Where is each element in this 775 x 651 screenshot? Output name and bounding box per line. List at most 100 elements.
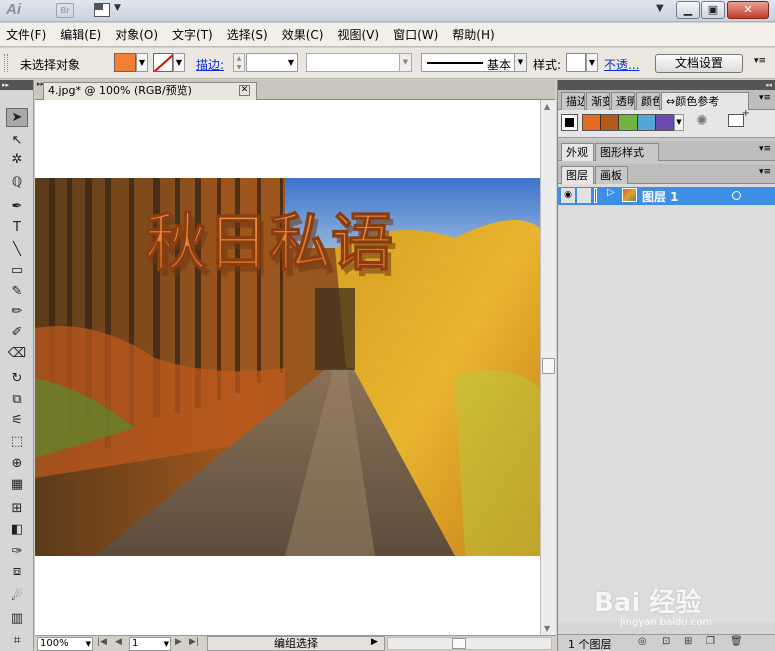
graphic-style-swatch[interactable] bbox=[566, 53, 586, 72]
blend-tool-icon[interactable]: ⧈ bbox=[6, 562, 28, 581]
maximize-button[interactable]: ▣ bbox=[701, 1, 725, 19]
visibility-eye-icon[interactable]: ◉ bbox=[561, 188, 575, 203]
last-artboard-icon[interactable]: ▶| bbox=[189, 637, 199, 647]
tab-color[interactable]: 颜色 bbox=[636, 92, 660, 110]
layer-target-icon[interactable] bbox=[732, 191, 741, 200]
save-color-group-icon[interactable] bbox=[728, 108, 750, 127]
tab-transparency[interactable]: 透明 bbox=[611, 92, 635, 110]
symbol-sprayer-tool-icon[interactable]: ☄ bbox=[6, 587, 28, 606]
lock-toggle[interactable] bbox=[577, 188, 591, 203]
eyedropper-tool-icon[interactable]: ✑ bbox=[6, 542, 28, 561]
lasso-tool-icon[interactable]: ℚ bbox=[6, 173, 28, 192]
menu-edit[interactable]: 编辑(E) bbox=[60, 26, 101, 43]
harmony-swatch[interactable] bbox=[637, 115, 656, 130]
panel-dock-grip[interactable]: ◂◂ bbox=[558, 80, 775, 90]
base-color-swatch[interactable] bbox=[561, 114, 578, 131]
horizontal-scrollbar[interactable] bbox=[387, 637, 552, 650]
make-clipping-mask-icon[interactable]: ⊡ bbox=[662, 636, 670, 647]
opacity-panel-link[interactable]: 不透... bbox=[604, 56, 639, 73]
artboard-number-select[interactable]: 1 bbox=[129, 637, 171, 651]
fill-dropdown-icon[interactable]: ▼ bbox=[136, 53, 148, 72]
stroke-dropdown-icon[interactable]: ▼ bbox=[173, 53, 185, 72]
selection-tool-icon[interactable]: ➤ bbox=[6, 108, 28, 127]
tab-layers[interactable]: 图层 bbox=[561, 166, 594, 184]
scale-tool-icon[interactable]: ⧉ bbox=[6, 390, 28, 409]
harmony-colors-strip[interactable] bbox=[582, 114, 674, 131]
appearance-panel-menu-icon[interactable]: ▾≡ bbox=[759, 144, 771, 154]
close-button[interactable]: ✕ bbox=[727, 1, 769, 19]
variable-width-profile-select[interactable] bbox=[306, 53, 412, 72]
artboard-tool-icon[interactable]: ⌗ bbox=[6, 631, 28, 650]
new-sublayer-icon[interactable]: ⊞ bbox=[684, 636, 692, 647]
pencil-tool-icon[interactable]: ✏ bbox=[6, 302, 28, 321]
document-tab[interactable]: 4.jpg* @ 100% (RGB/预览) ✕ bbox=[43, 82, 257, 100]
arrange-documents-icon[interactable] bbox=[94, 3, 110, 17]
layer-name[interactable]: 图层 1 bbox=[642, 188, 679, 205]
harmony-swatch[interactable] bbox=[583, 115, 602, 130]
status-menu-icon[interactable]: ▶ bbox=[371, 637, 378, 647]
warp-tool-icon[interactable]: ⚟ bbox=[6, 411, 28, 430]
stroke-weight-stepper[interactable]: ▲ ▼ bbox=[233, 53, 245, 72]
locate-object-icon[interactable]: ◎ bbox=[638, 636, 647, 647]
vertical-scrollbar[interactable]: ▲ ▼ bbox=[540, 100, 556, 635]
workspace-switcher-icon[interactable]: ▼ bbox=[656, 3, 664, 14]
tab-appearance[interactable]: 外观 bbox=[561, 143, 594, 161]
document-close-icon[interactable]: ✕ bbox=[239, 85, 250, 96]
magic-wand-tool-icon[interactable]: ✲ bbox=[6, 150, 28, 169]
zoom-select[interactable]: 100% bbox=[37, 637, 93, 651]
edit-colors-icon[interactable]: ✺ bbox=[696, 113, 708, 129]
menu-window[interactable]: 窗口(W) bbox=[393, 26, 438, 43]
rotate-tool-icon[interactable]: ↻ bbox=[6, 369, 28, 388]
vertical-scroll-thumb[interactable] bbox=[542, 358, 555, 374]
document-setup-button[interactable]: 文档设置 bbox=[655, 54, 743, 73]
layer-selection-column[interactable] bbox=[752, 188, 774, 203]
artboard-canvas[interactable]: 秋日私语 秋日私语 bbox=[35, 100, 540, 635]
horizontal-scroll-thumb[interactable] bbox=[452, 638, 466, 649]
stroke-weight-select[interactable]: ▼ bbox=[246, 53, 298, 72]
layers-panel-menu-icon[interactable]: ▾≡ bbox=[759, 167, 771, 177]
menu-file[interactable]: 文件(F) bbox=[6, 26, 46, 43]
perspective-grid-tool-icon[interactable]: ▦ bbox=[6, 475, 28, 494]
line-tool-icon[interactable]: ╲ bbox=[6, 240, 28, 259]
menu-help[interactable]: 帮助(H) bbox=[452, 26, 494, 43]
scroll-down-icon[interactable]: ▼ bbox=[544, 624, 550, 633]
tools-panel-header[interactable]: ▸▸ bbox=[0, 80, 33, 90]
tab-gradient[interactable]: 渐变 bbox=[586, 92, 610, 110]
menu-type[interactable]: 文字(T) bbox=[172, 26, 213, 43]
tab-artboards[interactable]: 画板 bbox=[595, 166, 628, 184]
current-tool-status[interactable]: 编组选择 bbox=[207, 636, 385, 651]
first-artboard-icon[interactable]: |◀ bbox=[97, 637, 107, 647]
menu-object[interactable]: 对象(O) bbox=[115, 26, 158, 43]
blob-brush-tool-icon[interactable]: ✐ bbox=[6, 323, 28, 342]
artwork-title-text[interactable]: 秋日私语 bbox=[144, 205, 393, 279]
graphic-style-dropdown-icon[interactable]: ▼ bbox=[586, 53, 598, 72]
menu-select[interactable]: 选择(S) bbox=[227, 26, 268, 43]
direct-selection-tool-icon[interactable]: ↖ bbox=[6, 131, 28, 150]
stroke-panel-link[interactable]: 描边: bbox=[196, 56, 224, 73]
tab-color-guide[interactable]: ⇔颜色参考 bbox=[661, 92, 749, 110]
harmony-swatch[interactable] bbox=[619, 115, 638, 130]
harmony-swatch[interactable] bbox=[601, 115, 620, 130]
harmony-swatch[interactable] bbox=[655, 115, 674, 130]
autumn-road-photo[interactable]: 秋日私语 秋日私语 bbox=[35, 178, 540, 556]
fill-color-swatch[interactable] bbox=[114, 53, 136, 72]
delete-layer-icon[interactable]: 🗑 bbox=[730, 636, 743, 647]
column-graph-tool-icon[interactable]: ▥ bbox=[6, 609, 28, 628]
stroke-color-swatch[interactable] bbox=[153, 53, 173, 72]
new-layer-icon[interactable]: ❐ bbox=[706, 636, 715, 647]
brush-definition-select[interactable]: 基本 bbox=[421, 53, 527, 72]
tab-stroke[interactable]: 描边 bbox=[561, 92, 585, 110]
control-bar-menu-icon[interactable]: ▾≡ bbox=[754, 56, 766, 66]
eraser-tool-icon[interactable]: ⌫ bbox=[6, 344, 28, 363]
tab-graphic-styles[interactable]: 图形样式 bbox=[595, 143, 659, 161]
minimize-button[interactable]: ▁ bbox=[676, 1, 700, 19]
harmony-rules-dropdown-icon[interactable]: ▼ bbox=[674, 114, 684, 131]
mesh-tool-icon[interactable]: ⊞ bbox=[6, 499, 28, 518]
menu-view[interactable]: 视图(V) bbox=[337, 26, 379, 43]
paintbrush-tool-icon[interactable]: ✎ bbox=[6, 282, 28, 301]
control-bar-grip[interactable] bbox=[4, 54, 8, 72]
arrange-documents-dropdown-icon[interactable]: ▼ bbox=[114, 3, 121, 13]
previous-artboard-icon[interactable]: ◀ bbox=[115, 637, 122, 647]
color-panel-menu-icon[interactable]: ▾≡ bbox=[759, 93, 771, 103]
layer-row[interactable]: ◉ ▷ 图层 1 bbox=[558, 187, 775, 205]
